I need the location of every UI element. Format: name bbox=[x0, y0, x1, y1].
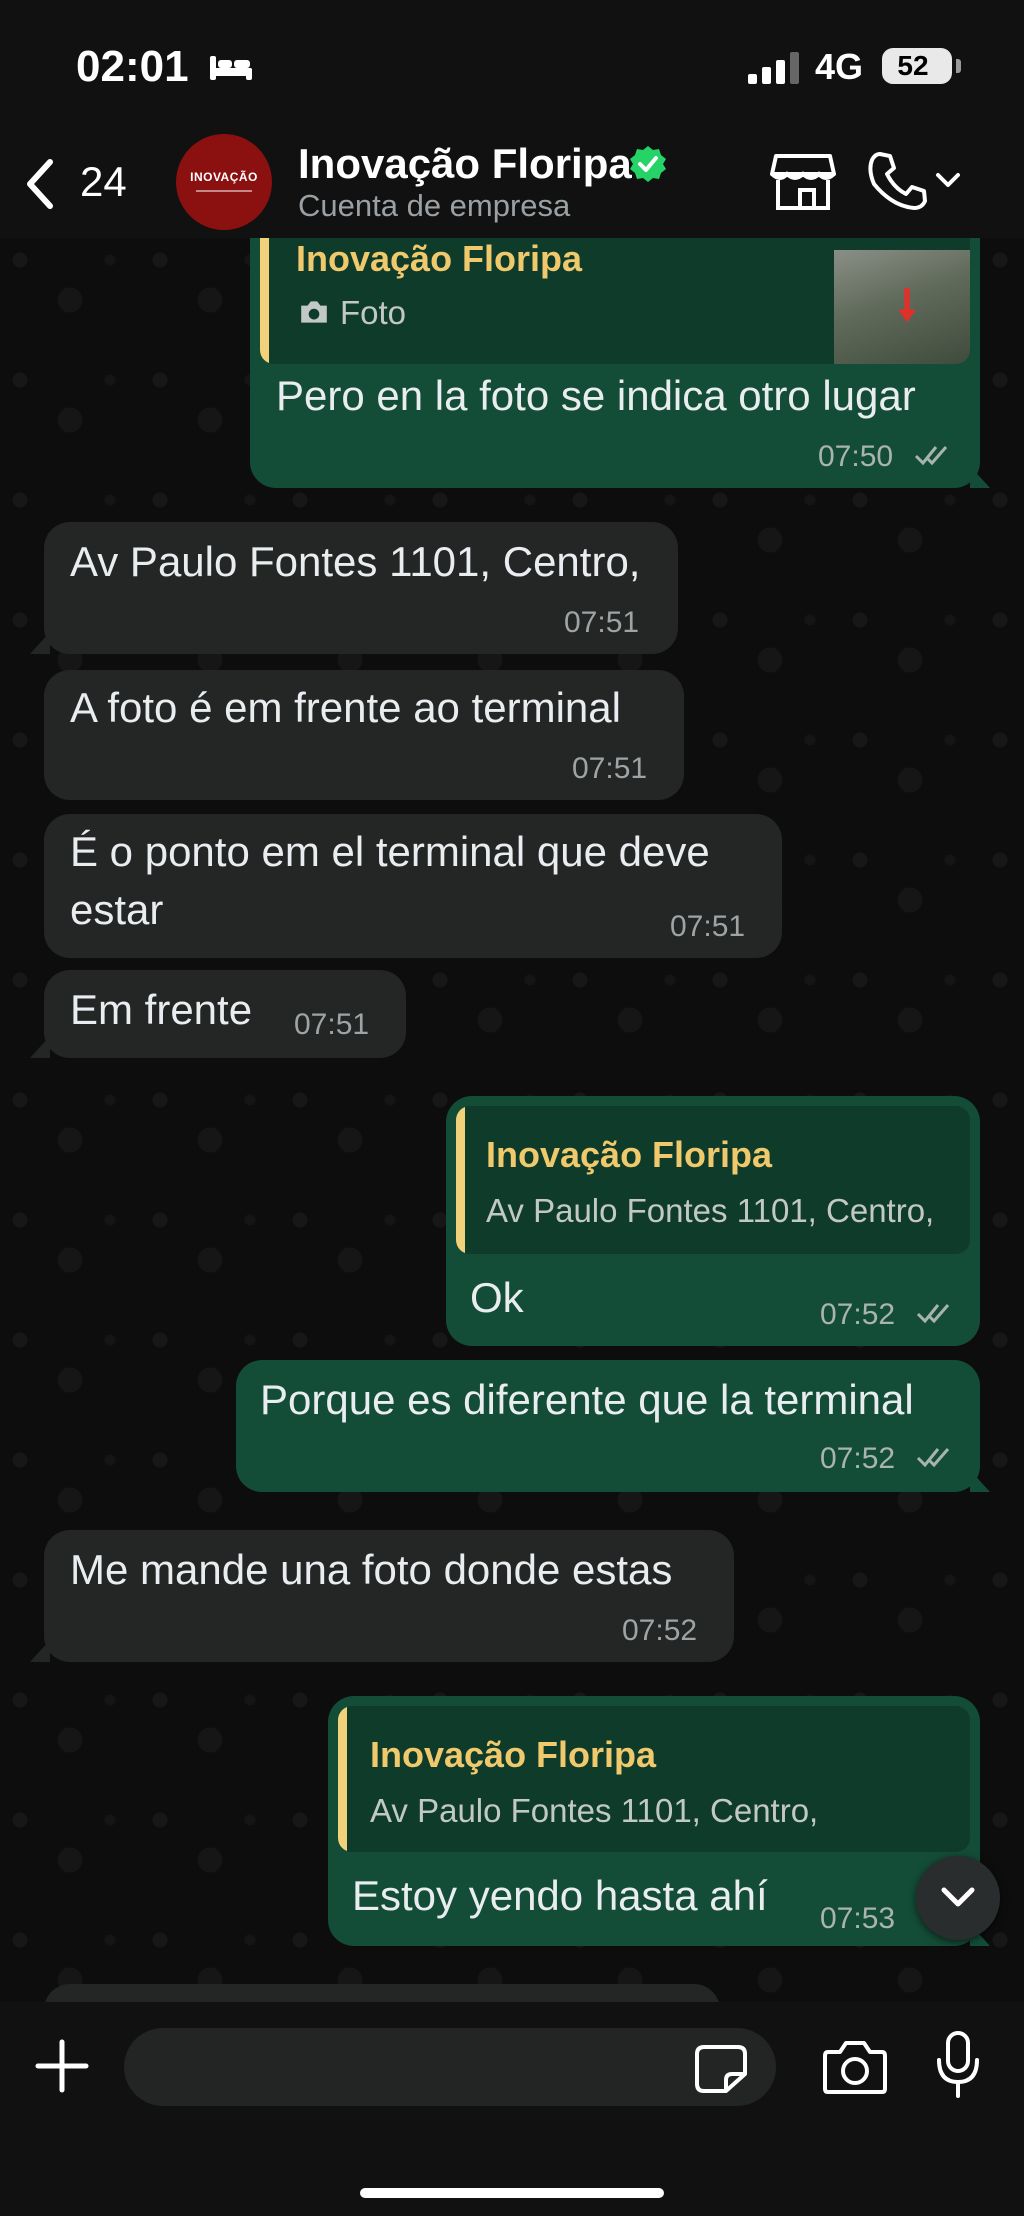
sticker-icon[interactable] bbox=[694, 2044, 748, 2094]
quote-author: Inovação Floripa bbox=[486, 1134, 773, 1175]
quote-text: Av Paulo Fontes 1101, Centro, bbox=[370, 1792, 819, 1829]
back-unread-count[interactable]: 24 bbox=[80, 158, 127, 206]
quote-accent-bar bbox=[456, 1106, 465, 1254]
outgoing-message-bubble[interactable]: Inovação Floripa Av Paulo Fontes 1101, C… bbox=[446, 1096, 980, 1346]
signal-icon bbox=[748, 52, 799, 84]
incoming-message-bubble[interactable]: Av Paulo Fontes 1101, Centro, 07:51 bbox=[44, 522, 678, 654]
message-text: Ok bbox=[470, 1274, 524, 1321]
quote-text: Foto bbox=[340, 294, 407, 331]
status-bar: 02:01 4G 52 bbox=[0, 0, 1024, 130]
message-time: 07:51 bbox=[572, 752, 648, 785]
microphone-icon[interactable] bbox=[934, 2030, 982, 2100]
quote-accent-bar bbox=[260, 220, 269, 364]
message-time: 07:53 bbox=[820, 1902, 896, 1935]
outgoing-message-bubble[interactable]: Inovação Floripa Av Paulo Fontes 1101, C… bbox=[328, 1696, 980, 1946]
message-text: Av Paulo Fontes 1101, Centro, bbox=[70, 538, 641, 585]
chevron-left-icon[interactable] bbox=[22, 154, 58, 214]
avatar-logo-line bbox=[196, 190, 252, 192]
camera-icon[interactable] bbox=[822, 2038, 888, 2096]
scroll-to-bottom-button[interactable] bbox=[916, 1856, 1000, 1940]
battery-nub bbox=[956, 59, 961, 73]
avatar-logo-text: INOVAÇÃO bbox=[190, 170, 258, 184]
incoming-message-bubble[interactable]: A foto é em frente ao terminal 07:51 bbox=[44, 670, 684, 800]
verified-icon bbox=[630, 146, 666, 182]
reply-quote[interactable]: Inovação Floripa Av Paulo Fontes 1101, C… bbox=[338, 1706, 970, 1852]
quote-accent-bar bbox=[338, 1706, 347, 1852]
composer-bar bbox=[0, 2002, 1024, 2216]
message-time: 07:50 bbox=[818, 440, 894, 473]
message-time: 07:51 bbox=[564, 606, 640, 639]
chat-subtitle: Cuenta de empresa bbox=[298, 188, 571, 223]
quote-text: Av Paulo Fontes 1101, Centro, bbox=[486, 1192, 935, 1229]
message-time: 07:52 bbox=[820, 1298, 896, 1331]
bed-icon bbox=[210, 56, 252, 80]
message-text: Porque es diferente que la terminal bbox=[260, 1376, 914, 1423]
message-text: A foto é em frente ao terminal bbox=[70, 684, 621, 731]
message-text-line-1: É o ponto em el terminal que deve bbox=[70, 828, 710, 875]
incoming-message-bubble[interactable]: Me mande una foto donde estas 07:52 bbox=[44, 1530, 734, 1662]
avatar[interactable]: INOVAÇÃO bbox=[176, 134, 272, 230]
message-text-line-2: estar bbox=[70, 886, 164, 933]
chat-header: 24 INOVAÇÃO Inovação Floripa Cuenta de e… bbox=[0, 130, 1024, 238]
message-text: Me mande una foto donde estas bbox=[70, 1546, 673, 1593]
incoming-message-bubble[interactable]: É o ponto em el terminal que deve estar … bbox=[44, 814, 782, 958]
quote-author: Inovação Floripa bbox=[370, 1734, 657, 1775]
network-type: 4G bbox=[815, 46, 864, 87]
plus-icon[interactable] bbox=[32, 2036, 92, 2096]
message-time: 07:52 bbox=[820, 1442, 896, 1475]
double-check-icon bbox=[914, 446, 948, 466]
message-time: 07:51 bbox=[670, 910, 746, 943]
message-text: Em frente bbox=[70, 986, 253, 1033]
outgoing-message-bubble[interactable]: Inovação Floripa Foto Pero en la foto se… bbox=[250, 210, 980, 488]
message-input[interactable] bbox=[124, 2028, 776, 2106]
battery-indicator: 52 bbox=[882, 48, 952, 84]
quote-photo-thumbnail bbox=[834, 250, 970, 364]
outgoing-message-bubble[interactable]: Porque es diferente que la terminal 07:5… bbox=[236, 1360, 980, 1492]
message-time: 07:52 bbox=[622, 1614, 698, 1647]
message-time: 07:51 bbox=[294, 1008, 370, 1041]
reply-quote[interactable]: Inovação Floripa Foto bbox=[260, 220, 970, 364]
battery-level: 52 bbox=[897, 50, 929, 81]
double-check-icon bbox=[916, 1448, 950, 1468]
chevron-down-icon[interactable] bbox=[934, 170, 962, 190]
store-icon[interactable] bbox=[770, 150, 836, 212]
home-indicator bbox=[360, 2188, 664, 2198]
chevron-down-icon bbox=[941, 1887, 975, 1907]
incoming-message-bubble[interactable]: Em frente 07:51 bbox=[44, 970, 406, 1058]
phone-icon[interactable] bbox=[866, 150, 928, 212]
quote-author: Inovação Floripa bbox=[296, 238, 583, 279]
reply-quote[interactable]: Inovação Floripa Av Paulo Fontes 1101, C… bbox=[456, 1106, 970, 1254]
message-text: Pero en la foto se indica otro lugar bbox=[276, 372, 916, 419]
chat-title[interactable]: Inovação Floripa bbox=[298, 140, 632, 188]
arrow-down-icon bbox=[898, 288, 916, 323]
message-text: Estoy yendo hasta ahí bbox=[352, 1872, 768, 1919]
double-check-icon bbox=[916, 1304, 950, 1324]
status-time: 02:01 bbox=[76, 42, 189, 91]
camera-icon bbox=[301, 301, 327, 323]
